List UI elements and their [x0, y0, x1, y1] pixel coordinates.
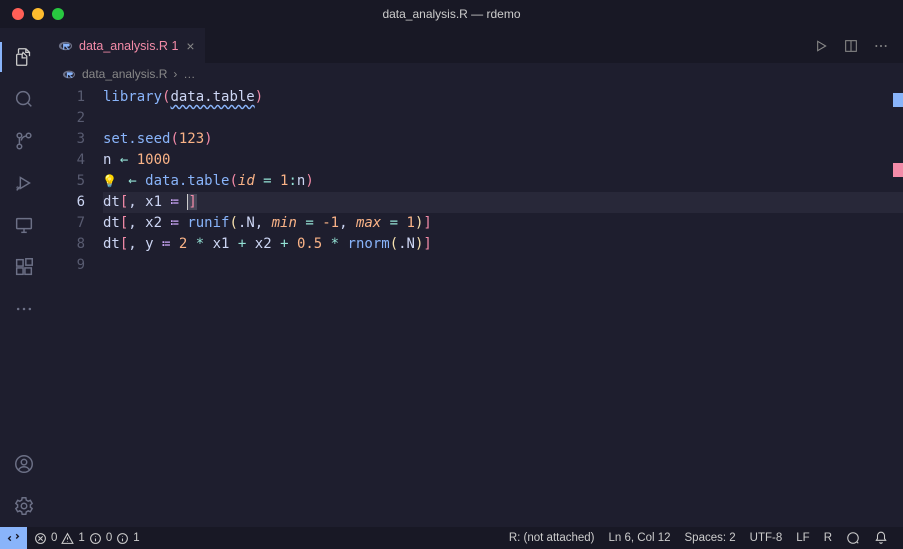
- line-number: 5: [48, 171, 85, 192]
- minimize-window-button[interactable]: [32, 8, 44, 20]
- extensions-icon[interactable]: [0, 246, 48, 288]
- run-debug-icon[interactable]: [0, 162, 48, 204]
- tab-label: data_analysis.R 1: [79, 39, 178, 53]
- line-number: 8: [48, 234, 85, 255]
- encoding[interactable]: UTF-8: [743, 527, 790, 549]
- tab-data-analysis[interactable]: data_analysis.R 1 ×: [48, 28, 205, 63]
- close-window-button[interactable]: [12, 8, 24, 20]
- breadcrumb-sep: ›: [173, 67, 177, 81]
- breadcrumb-more: …: [183, 67, 195, 81]
- overview-ruler-mark: [893, 93, 903, 107]
- more-icon[interactable]: [0, 288, 48, 330]
- breadcrumb-file[interactable]: data_analysis.R: [82, 67, 167, 81]
- titlebar: data_analysis.R — rdemo: [0, 0, 903, 28]
- line-number: 3: [48, 129, 85, 150]
- activity-bar: [0, 28, 48, 527]
- language-mode[interactable]: R: [817, 527, 839, 549]
- code-content[interactable]: library(data.table) set.seed(123) n ← 10…: [103, 85, 903, 527]
- line-number: 6: [48, 192, 85, 213]
- source-control-icon[interactable]: [0, 120, 48, 162]
- tab-close-button[interactable]: ×: [186, 38, 194, 54]
- window-title: data_analysis.R — rdemo: [0, 7, 903, 21]
- explorer-icon[interactable]: [0, 36, 48, 78]
- more-actions-icon[interactable]: [873, 38, 889, 54]
- tabs-row: data_analysis.R 1 ×: [48, 28, 903, 63]
- accounts-icon[interactable]: [0, 443, 48, 485]
- maximize-window-button[interactable]: [52, 8, 64, 20]
- indentation[interactable]: Spaces: 2: [678, 527, 743, 549]
- line-number: 4: [48, 150, 85, 171]
- code-editor[interactable]: 1 2 3 4 5 6 7 8 9 library(data.table) se…: [48, 85, 903, 527]
- breadcrumbs[interactable]: data_analysis.R › …: [48, 63, 903, 85]
- r-file-icon: [62, 69, 76, 80]
- notifications-icon[interactable]: [867, 527, 895, 549]
- eol[interactable]: LF: [789, 527, 816, 549]
- gutter: 1 2 3 4 5 6 7 8 9: [48, 85, 103, 527]
- split-editor-icon[interactable]: [843, 38, 859, 54]
- overview-ruler-mark: [893, 163, 903, 177]
- text-cursor: [187, 194, 188, 210]
- problems-indicator[interactable]: 0 1 0 1: [27, 527, 147, 549]
- line-number: 2: [48, 108, 85, 129]
- line-number: 1: [48, 87, 85, 108]
- search-icon[interactable]: [0, 78, 48, 120]
- window-controls: [0, 8, 64, 20]
- remote-explorer-icon[interactable]: [0, 204, 48, 246]
- settings-gear-icon[interactable]: [0, 485, 48, 527]
- remote-indicator[interactable]: [0, 527, 27, 549]
- line-number: 7: [48, 213, 85, 234]
- r-file-icon: [58, 40, 73, 52]
- feedback-icon[interactable]: [839, 527, 867, 549]
- run-file-icon[interactable]: [813, 38, 829, 54]
- line-number: 9: [48, 255, 85, 276]
- status-bar: 0 1 0 1 R: (not attached) Ln 6, Col 12 S…: [0, 527, 903, 549]
- r-status[interactable]: R: (not attached): [502, 527, 602, 549]
- cursor-position[interactable]: Ln 6, Col 12: [602, 527, 678, 549]
- lightbulb-icon[interactable]: 💡: [102, 171, 117, 192]
